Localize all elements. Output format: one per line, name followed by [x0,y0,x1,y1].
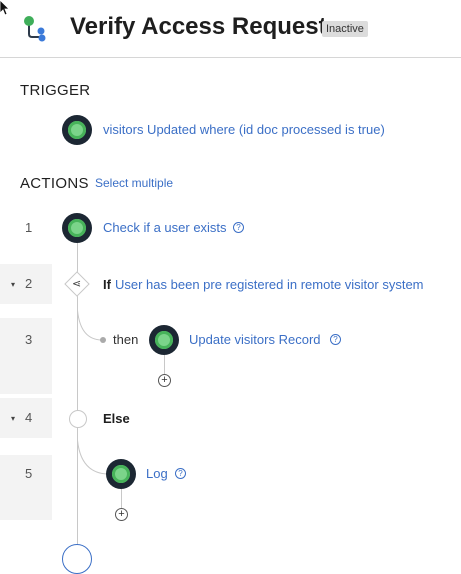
collapse-caret-icon[interactable]: ▾ [11,414,15,423]
help-icon[interactable]: ? [233,222,244,233]
add-step-button[interactable]: + [115,508,128,521]
mouse-pointer-icon [0,0,10,16]
page-title: Verify Access Request [70,13,327,40]
flow-logo-icon [24,16,46,42]
step-number-2: 2 [25,276,33,291]
trigger-node-icon [62,115,92,145]
step-number-5: 5 [25,466,33,481]
trigger-section-label: TRIGGER [20,82,91,99]
help-icon[interactable]: ? [175,468,186,479]
branch-icon: ⋖ [72,278,82,290]
add-step-button[interactable]: + [158,374,171,387]
step-number-3: 3 [25,332,33,347]
then-label: then [113,332,139,347]
then-branch-dot [100,337,106,343]
step-5-link[interactable]: Log [146,466,168,481]
step-gutter-3 [0,318,52,394]
else-keyword: Else [103,411,130,426]
header-divider [0,57,461,58]
step-5-node-icon [106,459,136,489]
step-number-1: 1 [25,220,33,235]
log-child-line [121,488,122,508]
select-multiple-link[interactable]: Select multiple [95,176,173,190]
step-1-link[interactable]: Check if a user exists [103,220,227,235]
end-node-icon [62,544,92,574]
collapse-caret-icon[interactable]: ▾ [11,280,15,289]
actions-section-label: ACTIONS [20,175,89,192]
step-gutter-5 [0,455,52,520]
trigger-link[interactable]: visitors Updated where (id doc processed… [103,122,385,137]
then-branch-connector [77,300,103,341]
then-child-line [164,355,165,375]
step-number-4: 4 [25,410,33,425]
step-3-node-icon [149,325,179,355]
step-1-node-icon [62,213,92,243]
status-badge: Inactive [322,21,368,37]
if-keyword: If [103,277,111,292]
help-icon[interactable]: ? [330,334,341,345]
step-2-condition-link[interactable]: User has been pre registered in remote v… [115,277,424,292]
else-node-icon [69,410,87,428]
step-3-link[interactable]: Update visitors Record [189,332,321,347]
